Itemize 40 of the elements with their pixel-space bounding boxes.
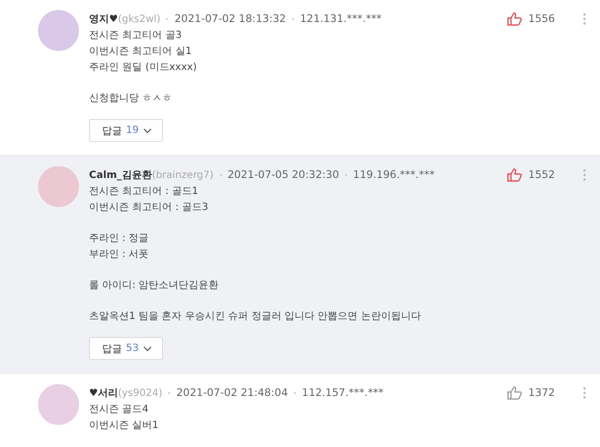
- user-id: (brainzerg7): [152, 170, 214, 180]
- replies-button[interactable]: 답글 19: [89, 119, 163, 142]
- avatar[interactable]: [38, 384, 79, 425]
- thumbs-up-icon[interactable]: [507, 386, 522, 400]
- thumbs-up-icon[interactable]: [507, 12, 522, 26]
- comment-date: 2021-07-02 18:13:32: [174, 13, 286, 25]
- comment-text: 부라인 : 서폿: [89, 248, 150, 262]
- upvote-count: 1552: [528, 169, 555, 181]
- ip-address: 112.157.***.***: [302, 387, 384, 399]
- comment-text: 츠알옥션1 팀을 혼자 우승시킨 슈퍼 정글러 입니다 안뽑으면 논란이됩니다: [89, 310, 422, 324]
- comment-date: 2021-07-02 21:48:04: [176, 387, 288, 399]
- thumbs-up-icon[interactable]: [507, 168, 522, 182]
- comment-text: 주라인 원딜 (미드xxxx): [89, 61, 198, 75]
- avatar[interactable]: [38, 166, 79, 207]
- user-id: (gks2wl): [118, 14, 160, 24]
- comment-text: 롤 아이디: 암탄소녀단김윤환: [89, 279, 220, 293]
- more-options-icon[interactable]: [583, 169, 586, 181]
- ip-address: 121.131.***.***: [300, 13, 382, 25]
- comment-text: 이번시즌 최고티어 : 골드3: [89, 201, 210, 215]
- username[interactable]: ♥서리: [89, 386, 118, 400]
- chevron-down-icon: [142, 128, 152, 134]
- comment-text: 전시즌 최고티어 골3: [89, 29, 183, 43]
- comment-text: 이번시즌 실버1: [89, 419, 160, 433]
- comment-text: 신청합니당 ㅎㅅㅎ: [89, 92, 174, 106]
- upvote-count: 1372: [528, 387, 555, 399]
- more-options-icon[interactable]: [583, 387, 586, 399]
- comment-text: 전시즌 골드4: [89, 403, 150, 417]
- avatar[interactable]: [38, 10, 79, 51]
- replies-button[interactable]: 답글 53: [89, 337, 163, 360]
- upvote-count: 1556: [528, 13, 555, 25]
- comment-text: 주라인 : 정글: [89, 232, 150, 246]
- user-id: (ys9024): [118, 388, 162, 398]
- username[interactable]: Calm_김윤환: [89, 168, 152, 182]
- comment-text: 전시즌 최고티어 : 골드1: [89, 185, 200, 199]
- ip-address: 119.196.***.***: [353, 169, 435, 181]
- more-options-icon[interactable]: [583, 13, 586, 25]
- username[interactable]: 영지♥: [89, 12, 118, 26]
- chevron-down-icon: [142, 346, 152, 352]
- comment-date: 2021-07-05 20:32:30: [228, 169, 340, 181]
- comment-text: 이번시즌 최고티어 실1: [89, 45, 193, 59]
